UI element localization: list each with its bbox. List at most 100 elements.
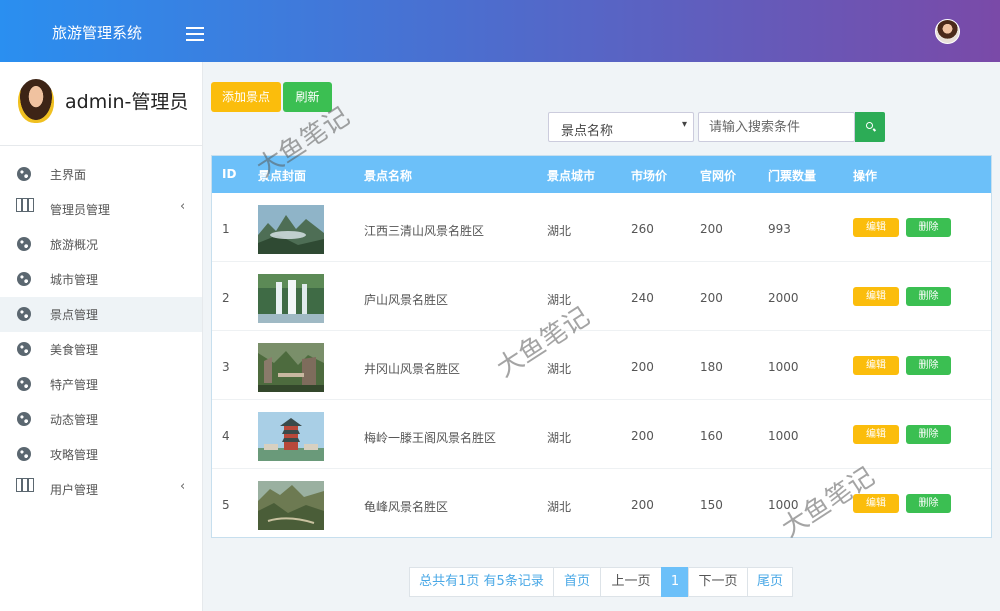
chevron-down-icon: ▾ xyxy=(681,119,687,130)
sidebar-item-city[interactable]: 城市管理 xyxy=(0,262,202,297)
delete-button[interactable]: 删除 xyxy=(906,287,951,306)
col-name: 景点名称 xyxy=(364,169,413,183)
col-official-price: 官网价 xyxy=(700,169,737,183)
search-field-value: 景点名称 xyxy=(561,124,614,139)
sidebar-menu: 主界面 管理员管理 ‹ 旅游概况 城市管理 景点管理 美食管理 特产管理 动态管理… xyxy=(0,157,202,507)
delete-button[interactable]: 删除 xyxy=(906,425,951,444)
table-row: 1 江西三清山风景名胜区 湖北 260 200 993 编辑 删除 xyxy=(212,193,991,262)
sidebar-item-food[interactable]: 美食管理 xyxy=(0,332,202,367)
sidebar: admin-管理员 主界面 管理员管理 ‹ 旅游概况 城市管理 景点管理 美食管理… xyxy=(0,62,203,611)
cell-name: 梅岭一滕王阁风景名胜区 xyxy=(364,431,497,445)
cell-market-price: 200 xyxy=(631,429,654,443)
search-button[interactable] xyxy=(855,112,885,142)
user-avatar[interactable] xyxy=(935,19,960,44)
cell-official-price: 180 xyxy=(700,360,723,374)
cell-name: 龟峰风景名胜区 xyxy=(364,500,449,514)
refresh-button[interactable]: 刷新 xyxy=(283,82,332,112)
scenic-table: ID 景点封面 景点名称 景点城市 市场价 官网价 门票数量 操作 1 江西三清… xyxy=(211,155,992,538)
delete-button[interactable]: 删除 xyxy=(906,494,951,513)
sidebar-item-label: 管理员管理 xyxy=(50,203,111,217)
cell-city: 湖北 xyxy=(547,431,572,445)
scenic-cover-image xyxy=(258,481,324,530)
scenic-cover-image xyxy=(258,412,324,461)
sidebar-item-specialty[interactable]: 特产管理 xyxy=(0,367,202,402)
pagination: 总共有1页 有5条记录 首页 上一页 1 下一页 尾页 xyxy=(409,567,793,597)
hamburger-icon[interactable] xyxy=(186,27,204,41)
add-scenic-button[interactable]: 添加景点 xyxy=(211,82,281,112)
globe-icon xyxy=(17,307,31,321)
globe-icon xyxy=(17,237,31,251)
globe-icon xyxy=(17,342,31,356)
sidebar-item-overview[interactable]: 旅游概况 xyxy=(0,227,202,262)
globe-icon xyxy=(17,272,31,286)
cell-id: 5 xyxy=(222,498,230,512)
cell-city: 湖北 xyxy=(547,224,572,238)
sidebar-item-guide[interactable]: 攻略管理 xyxy=(0,437,202,472)
last-page-button[interactable]: 尾页 xyxy=(747,567,793,597)
sidebar-item-label: 动态管理 xyxy=(50,413,99,427)
scenic-cover-image xyxy=(258,205,324,254)
cell-tickets: 1000 xyxy=(768,429,799,443)
search-input[interactable] xyxy=(698,112,855,142)
cell-city: 湖北 xyxy=(547,362,572,376)
sidebar-item-label: 用户管理 xyxy=(50,483,99,497)
col-city: 景点城市 xyxy=(547,169,596,183)
table-row: 5 龟峰风景名胜区 湖北 200 150 1000 编辑 删除 xyxy=(212,469,991,538)
sidebar-item-label: 景点管理 xyxy=(50,308,99,322)
cell-tickets: 1000 xyxy=(768,498,799,512)
cell-tickets: 2000 xyxy=(768,291,799,305)
cell-name: 江西三清山风景名胜区 xyxy=(364,224,485,238)
profile-avatar xyxy=(18,79,54,123)
sidebar-item-label: 城市管理 xyxy=(50,273,99,287)
cell-id: 2 xyxy=(222,291,230,305)
prev-page-button[interactable]: 上一页 xyxy=(600,567,662,597)
col-market-price: 市场价 xyxy=(631,169,668,183)
globe-icon xyxy=(17,447,31,461)
cell-market-price: 200 xyxy=(631,360,654,374)
sidebar-item-label: 特产管理 xyxy=(50,378,99,392)
cell-tickets: 993 xyxy=(768,222,791,236)
sidebar-item-label: 主界面 xyxy=(50,168,87,182)
globe-icon xyxy=(17,377,31,391)
sidebar-item-users[interactable]: 用户管理 ‹ xyxy=(0,472,202,507)
cell-id: 1 xyxy=(222,222,230,236)
sidebar-item-admin[interactable]: 管理员管理 ‹ xyxy=(0,192,202,227)
col-tickets: 门票数量 xyxy=(768,169,817,183)
cell-id: 4 xyxy=(222,429,230,443)
edit-button[interactable]: 编辑 xyxy=(853,356,899,375)
first-page-button[interactable]: 首页 xyxy=(553,567,601,597)
col-cover: 景点封面 xyxy=(258,169,307,183)
delete-button[interactable]: 删除 xyxy=(906,356,951,375)
search-field-select[interactable]: 景点名称 ▾ xyxy=(548,112,694,142)
current-page-button[interactable]: 1 xyxy=(661,567,689,597)
cell-official-price: 150 xyxy=(700,498,723,512)
delete-button[interactable]: 删除 xyxy=(906,218,951,237)
sidebar-item-home[interactable]: 主界面 xyxy=(0,157,202,192)
edit-button[interactable]: 编辑 xyxy=(853,218,899,237)
cell-official-price: 200 xyxy=(700,291,723,305)
cell-official-price: 200 xyxy=(700,222,723,236)
cell-name: 井冈山风景名胜区 xyxy=(364,362,461,376)
table-row: 2 庐山风景名胜区 湖北 240 200 2000 编辑 删除 xyxy=(212,262,991,331)
chevron-left-icon: ‹ xyxy=(180,199,186,214)
table-row: 3 井冈山风景名胜区 湖北 200 180 1000 编辑 删除 xyxy=(212,331,991,400)
edit-button[interactable]: 编辑 xyxy=(853,287,899,306)
table-row: 4 梅岭一滕王阁风景名胜区 湖北 200 160 1000 编辑 删除 xyxy=(212,400,991,469)
sidebar-item-label: 美食管理 xyxy=(50,343,99,357)
cell-market-price: 260 xyxy=(631,222,654,236)
next-page-button[interactable]: 下一页 xyxy=(688,567,748,597)
search-icon xyxy=(866,122,873,129)
top-navbar: 旅游管理系统 xyxy=(0,0,1000,62)
sidebar-item-scenic[interactable]: 景点管理 xyxy=(0,297,202,332)
edit-button[interactable]: 编辑 xyxy=(853,425,899,444)
cell-market-price: 240 xyxy=(631,291,654,305)
col-id: ID xyxy=(222,167,237,181)
map-icon xyxy=(16,478,34,492)
sidebar-item-label: 攻略管理 xyxy=(50,448,99,462)
cell-city: 湖北 xyxy=(547,500,572,514)
map-icon xyxy=(16,198,34,212)
cell-id: 3 xyxy=(222,360,230,374)
app-title[interactable]: 旅游管理系统 xyxy=(52,22,142,43)
edit-button[interactable]: 编辑 xyxy=(853,494,899,513)
sidebar-item-news[interactable]: 动态管理 xyxy=(0,402,202,437)
